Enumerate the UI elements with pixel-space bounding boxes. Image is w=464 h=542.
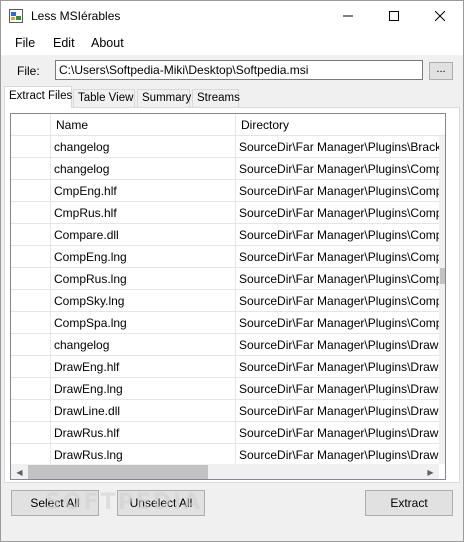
file-name-cell[interactable]: CmpEng.hlf xyxy=(51,180,236,202)
table-row[interactable]: changelog SourceDir\Far Manager\Plugins\C… xyxy=(11,158,439,180)
table-row[interactable]: DrawRus.hlf SourceDir\Far Manager\Plugins… xyxy=(11,422,439,444)
table-row[interactable]: CmpEng.hlf SourceDir\Far Manager\Plugins\… xyxy=(11,180,439,202)
file-name-cell[interactable]: Compare.dll xyxy=(51,224,236,246)
file-name-cell[interactable]: CompSpa.lng xyxy=(51,312,236,334)
row-selector-cell[interactable] xyxy=(11,290,51,312)
file-name-cell[interactable]: changelog xyxy=(51,136,236,158)
directory-cell[interactable]: SourceDir\Far Manager\Plugins\Brackets xyxy=(236,136,439,158)
file-name-cell[interactable]: CompEng.lng xyxy=(51,246,236,268)
tab-table-view[interactable]: Table View xyxy=(73,89,135,108)
directory-cell[interactable]: SourceDir\Far Manager\Plugins\DrawLine xyxy=(236,356,439,378)
directory-cell[interactable]: SourceDir\Far Manager\Plugins\DrawLine xyxy=(236,378,439,400)
file-name-cell[interactable]: changelog xyxy=(51,158,236,180)
table-row[interactable]: CmpRus.hlf SourceDir\Far Manager\Plugins\… xyxy=(11,202,439,224)
menu-bar: File Edit About xyxy=(1,31,463,55)
menu-edit[interactable]: Edit xyxy=(53,36,75,50)
row-selector-cell[interactable] xyxy=(11,268,51,290)
directory-cell[interactable]: SourceDir\Far Manager\Plugins\DrawLine xyxy=(236,334,439,356)
window-title: Less MSIérables xyxy=(31,9,121,23)
table-row[interactable]: changelog SourceDir\Far Manager\Plugins\B… xyxy=(11,136,439,158)
row-selector-cell[interactable] xyxy=(11,224,51,246)
app-window: Less MSIérables File Edit About File: C:… xyxy=(0,0,464,542)
row-selector-cell[interactable] xyxy=(11,180,51,202)
menu-about[interactable]: About xyxy=(91,36,124,50)
directory-cell[interactable]: SourceDir\Far Manager\Plugins\Compare xyxy=(236,202,439,224)
table-row[interactable]: CompEng.lng SourceDir\Far Manager\Plugins… xyxy=(11,246,439,268)
directory-cell[interactable]: SourceDir\Far Manager\Plugins\Compare xyxy=(236,224,439,246)
row-selector-cell[interactable] xyxy=(11,356,51,378)
minimize-icon xyxy=(343,15,353,17)
table-row[interactable]: changelog SourceDir\Far Manager\Plugins\D… xyxy=(11,334,439,356)
maximize-button[interactable] xyxy=(371,1,417,31)
maximize-icon xyxy=(389,11,399,21)
table-row[interactable]: DrawLine.dll SourceDir\Far Manager\Plugin… xyxy=(11,400,439,422)
directory-cell[interactable]: SourceDir\Far Manager\Plugins\DrawLine xyxy=(236,400,439,422)
row-selector-cell[interactable] xyxy=(11,400,51,422)
tab-extract-files[interactable]: Extract Files xyxy=(4,86,72,108)
files-grid[interactable]: Name Directory changelog SourceDir\Far Ma… xyxy=(10,113,446,480)
file-name-cell[interactable]: DrawRus.hlf xyxy=(51,422,236,444)
column-header-select[interactable] xyxy=(11,114,51,136)
tab-streams[interactable]: Streams xyxy=(192,89,240,108)
directory-cell[interactable]: SourceDir\Far Manager\Plugins\Compare xyxy=(236,312,439,334)
table-row[interactable]: Compare.dll SourceDir\Far Manager\Plugins… xyxy=(11,224,439,246)
file-name-cell[interactable]: CompSky.lng xyxy=(51,290,236,312)
row-selector-cell[interactable] xyxy=(11,444,51,466)
menu-file[interactable]: File xyxy=(15,36,35,50)
row-selector-cell[interactable] xyxy=(11,136,51,158)
directory-cell[interactable]: SourceDir\Far Manager\Plugins\Compare xyxy=(236,246,439,268)
table-row[interactable]: CompRus.lng SourceDir\Far Manager\Plugins… xyxy=(11,268,439,290)
horizontal-scrollbar[interactable]: ◀ ▶ xyxy=(11,464,439,479)
table-row[interactable]: DrawEng.lng SourceDir\Far Manager\Plugins… xyxy=(11,378,439,400)
unselect-all-button[interactable]: Unselect All xyxy=(117,490,205,516)
row-selector-cell[interactable] xyxy=(11,246,51,268)
row-selector-cell[interactable] xyxy=(11,422,51,444)
column-header-name[interactable]: Name xyxy=(51,114,236,136)
title-bar[interactable]: Less MSIérables xyxy=(1,1,463,31)
file-name-cell[interactable]: CmpRus.hlf xyxy=(51,202,236,224)
file-name-cell[interactable]: DrawRus.lng xyxy=(51,444,236,466)
file-name-cell[interactable]: DrawEng.hlf xyxy=(51,356,236,378)
table-row[interactable]: DrawRus.lng SourceDir\Far Manager\Plugins… xyxy=(11,444,439,466)
directory-cell[interactable]: SourceDir\Far Manager\Plugins\DrawLine xyxy=(236,422,439,444)
file-name-cell[interactable]: changelog xyxy=(51,334,236,356)
column-header-directory[interactable]: Directory xyxy=(236,114,445,136)
scroll-up-icon[interactable]: ▲ xyxy=(439,136,445,153)
close-button[interactable] xyxy=(417,1,463,31)
close-icon xyxy=(435,11,445,21)
directory-cell[interactable]: SourceDir\Far Manager\Plugins\Compare xyxy=(236,158,439,180)
file-path-input[interactable]: C:\Users\Softpedia-Miki\Desktop\Softpedi… xyxy=(55,60,423,80)
minimize-button[interactable] xyxy=(325,1,371,31)
row-selector-cell[interactable] xyxy=(11,378,51,400)
row-selector-cell[interactable] xyxy=(11,202,51,224)
scroll-down-icon[interactable]: ▼ xyxy=(439,447,445,464)
file-label: File: xyxy=(17,64,40,78)
directory-cell[interactable]: SourceDir\Far Manager\Plugins\Compare xyxy=(236,180,439,202)
row-selector-cell[interactable] xyxy=(11,158,51,180)
directory-cell[interactable]: SourceDir\Far Manager\Plugins\Compare xyxy=(236,290,439,312)
vertical-scroll-thumb[interactable] xyxy=(440,268,445,284)
vertical-scrollbar[interactable]: ▲ ▼ xyxy=(439,136,445,464)
tab-summary[interactable]: Summary xyxy=(137,89,191,108)
file-name-cell[interactable]: CompRus.lng xyxy=(51,268,236,290)
select-all-button[interactable]: Select All xyxy=(11,490,99,516)
horizontal-scroll-thumb[interactable] xyxy=(28,465,208,479)
app-icon xyxy=(9,9,23,23)
file-name-cell[interactable]: DrawLine.dll xyxy=(51,400,236,422)
file-name-cell[interactable]: DrawEng.lng xyxy=(51,378,236,400)
directory-cell[interactable]: SourceDir\Far Manager\Plugins\DrawLine xyxy=(236,444,439,466)
table-row[interactable]: CompSpa.lng SourceDir\Far Manager\Plugins… xyxy=(11,312,439,334)
table-row[interactable]: DrawEng.hlf SourceDir\Far Manager\Plugins… xyxy=(11,356,439,378)
row-selector-cell[interactable] xyxy=(11,334,51,356)
scroll-left-icon[interactable]: ◀ xyxy=(11,464,28,479)
browse-button[interactable]: ... xyxy=(429,62,453,80)
grid-header: Name Directory xyxy=(11,114,445,136)
table-row[interactable]: CompSky.lng SourceDir\Far Manager\Plugins… xyxy=(11,290,439,312)
extract-button[interactable]: Extract xyxy=(365,490,453,516)
scroll-right-icon[interactable]: ▶ xyxy=(422,464,439,479)
directory-cell[interactable]: SourceDir\Far Manager\Plugins\Compare xyxy=(236,268,439,290)
row-selector-cell[interactable] xyxy=(11,312,51,334)
